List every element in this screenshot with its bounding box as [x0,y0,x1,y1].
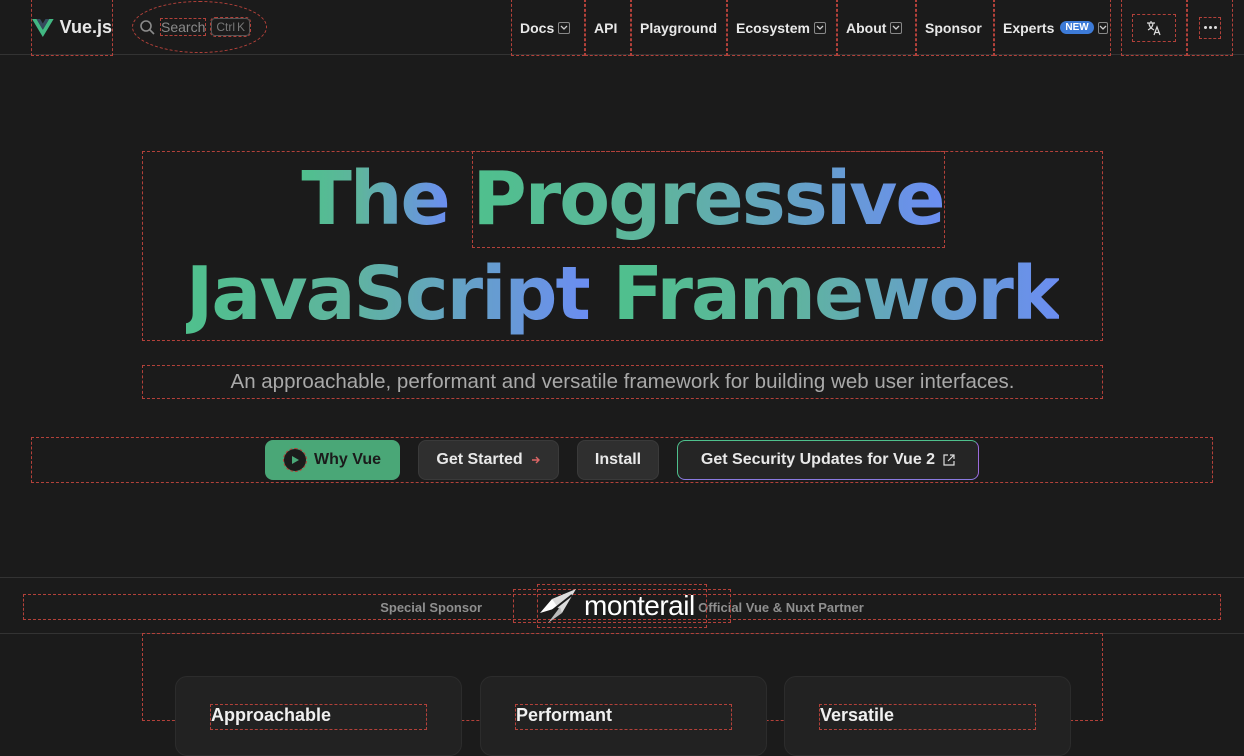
translate-icon [1132,13,1176,42]
security-updates-label: Get Security Updates for Vue 2 [700,451,936,468]
feature-title: Approachable [210,704,427,730]
monterail-logo-text: monterail [584,590,695,621]
home-link[interactable]: Vue.js [31,0,113,56]
nav-api-label: API [594,19,618,36]
hero-actions: Why Vue Get Started Install Get Security… [31,437,1213,483]
hero-title: The Progressive JavaScript Framework [142,151,1103,341]
feature-title: Versatile [819,704,1036,730]
nav-playground[interactable]: Playground [631,0,727,56]
search-icon [140,20,155,35]
brand-name: Vue.js [59,17,112,37]
install-label: Install [594,451,642,468]
feature-title: Performant [515,704,732,730]
nav-about-label: About [846,19,887,36]
new-badge: NEW [1060,21,1094,34]
monterail-logo-link[interactable]: monterail [537,584,707,628]
search-button[interactable]: Search Ctrl K [132,1,267,53]
chevron-down-icon [890,21,903,34]
chevron-down-icon [813,21,826,34]
nav-playground-label: Playground [640,19,718,36]
external-link-icon [943,454,955,466]
kbd-k: K [237,20,246,34]
feature-card: Approachable [175,676,462,756]
nav-experts-label: Experts [1003,19,1055,36]
install-button[interactable]: Install [577,440,659,480]
hero-title-javascript: JavaScript [185,251,591,337]
nav-api[interactable]: API [585,0,631,56]
nav-ecosystem[interactable]: Ecosystem [727,0,837,56]
why-vue-label: Why Vue [314,451,381,468]
features-section: Approachable Performant Versatile [142,633,1103,756]
language-switcher[interactable] [1121,0,1187,56]
nav-docs[interactable]: Docs [511,0,585,56]
kbd-ctrl: Ctrl [216,20,236,34]
hero-title-framework: Framework [612,251,1061,337]
nav-ecosystem-label: Ecosystem [736,19,810,36]
feature-card: Performant [480,676,767,756]
get-started-label: Get Started [436,451,523,468]
special-sponsor-label: Special Sponsor [380,599,483,615]
hero-title-the: The [301,156,450,242]
monterail-logo-icon [540,589,576,623]
nav-experts[interactable]: Experts NEW [994,0,1111,56]
get-started-button[interactable]: Get Started [418,440,559,480]
why-vue-button[interactable]: Why Vue [265,440,400,480]
nav-sponsor[interactable]: Sponsor [916,0,994,56]
vue-logo-icon [32,18,54,37]
hero-subtitle: An approachable, performant and versatil… [142,365,1103,399]
nav-about[interactable]: About [837,0,916,56]
nav-docs-label: Docs [520,19,555,36]
play-icon [283,448,308,472]
chevron-down-icon [1097,21,1108,34]
more-menu-button[interactable] [1187,0,1233,56]
feature-card: Versatile [784,676,1071,756]
top-navbar: Vue.js Search Ctrl K Docs API Playground… [0,0,1244,56]
chevron-down-icon [558,21,571,34]
arrow-right-icon [531,455,541,465]
nav-sponsor-label: Sponsor [925,19,982,36]
hero-title-progressive: Progressive [471,151,946,248]
search-shortcut: Ctrl K [210,17,252,37]
more-dots-icon [1199,16,1221,39]
security-updates-button[interactable]: Get Security Updates for Vue 2 [677,440,979,480]
search-label: Search [159,18,207,36]
